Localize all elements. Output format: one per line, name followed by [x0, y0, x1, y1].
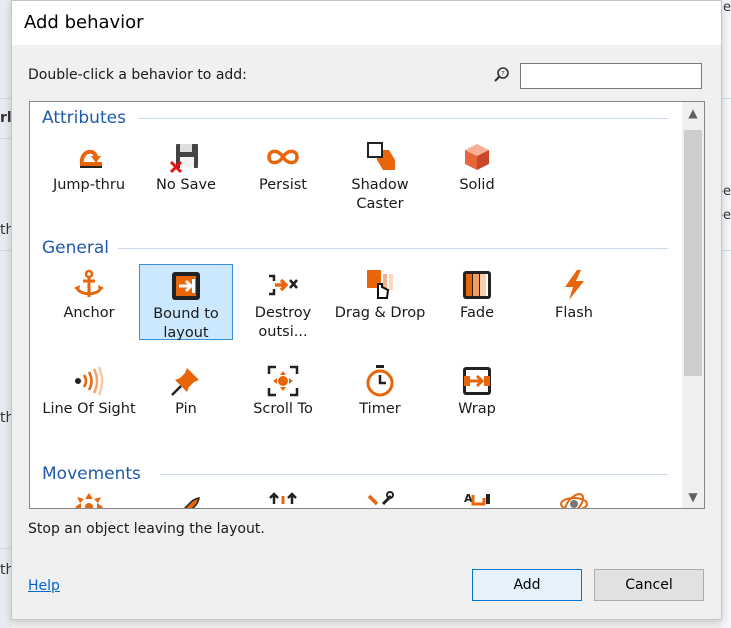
car-icon [269, 492, 297, 504]
behavior-item-bound-to-layout[interactable]: Bound to layout [139, 264, 233, 341]
search-input[interactable] [520, 63, 702, 89]
behavior-item-pin[interactable]: Pin [139, 360, 233, 419]
search-icon: ? [494, 67, 509, 82]
behavior-item-anchor[interactable]: Anchor [42, 264, 136, 323]
destroy-outside-icon [269, 274, 298, 296]
scroll-up-arrow-icon[interactable]: ▲ [682, 102, 704, 124]
pathfinding-icon: A [464, 492, 490, 506]
behavior-item-shadow-caster[interactable]: Shadow Caster [333, 136, 427, 214]
add-button[interactable]: Add [472, 569, 582, 601]
behavior-item-car[interactable] [236, 486, 330, 508]
behavior-item-drag-drop[interactable]: Drag & Drop [333, 264, 427, 323]
title-bar: Add behavior [12, 1, 721, 45]
custom-movement-icon [367, 491, 394, 506]
group-header-movements: Movements [42, 464, 141, 484]
instruction-label: Double-click a behavior to add: [28, 67, 247, 83]
add-behavior-dialog: Add behavior Double-click a behavior to … [11, 0, 722, 620]
bullet-icon [183, 497, 200, 508]
list-scrollbar[interactable]: ▲ ▼ [682, 102, 704, 508]
behavior-item-bullet[interactable] [139, 486, 233, 508]
behavior-item-solid[interactable]: Solid [430, 136, 524, 195]
group-header-general: General [42, 238, 109, 258]
physics-icon [560, 493, 588, 508]
infinity-icon [267, 149, 299, 165]
eight-direction-icon [75, 493, 103, 508]
no-save-icon [169, 144, 198, 174]
wrap-icon [463, 367, 491, 395]
behavior-item-timer[interactable]: Timer [333, 360, 427, 419]
behavior-item-custom-movement[interactable] [333, 486, 427, 508]
behavior-list[interactable]: Attributes General Movements Jump-thru N… [29, 101, 705, 509]
dialog-title: Add behavior [24, 12, 144, 33]
anchor-icon [74, 269, 104, 297]
scroll-to-icon [267, 365, 299, 397]
drag-drop-icon [367, 270, 393, 299]
jump-thru-icon [79, 149, 102, 168]
behavior-item-pathfinding[interactable]: A [430, 486, 524, 508]
cancel-button[interactable]: Cancel [594, 569, 704, 601]
shadow-caster-icon [367, 142, 395, 170]
behavior-item-wrap[interactable]: Wrap [430, 360, 524, 419]
solid-cube-icon [465, 144, 489, 170]
behavior-item-physics[interactable] [527, 486, 621, 508]
behavior-item-eight-direction[interactable] [42, 486, 136, 508]
fade-icon [463, 271, 491, 299]
behavior-item-scroll-to[interactable]: Scroll To [236, 360, 330, 419]
bound-to-layout-icon [172, 272, 200, 300]
behavior-item-no-save[interactable]: No Save [139, 136, 233, 195]
group-header-attributes: Attributes [42, 108, 126, 128]
group-divider [118, 248, 668, 249]
line-of-sight-icon [75, 366, 104, 396]
flash-icon [565, 270, 584, 300]
scroll-down-arrow-icon[interactable]: ▼ [682, 486, 704, 508]
behavior-item-fade[interactable]: Fade [430, 264, 524, 323]
help-link[interactable]: Help [28, 578, 60, 594]
pin-icon [171, 368, 199, 396]
scroll-thumb[interactable] [684, 130, 702, 376]
group-divider [160, 474, 668, 475]
behavior-item-destroy-outside[interactable]: Destroy outsi... [236, 264, 330, 342]
behavior-item-persist[interactable]: Persist [236, 136, 330, 195]
timer-icon [366, 365, 394, 397]
behavior-item-flash[interactable]: Flash [527, 264, 621, 323]
svg-text:?: ? [501, 71, 504, 78]
behavior-item-line-of-sight[interactable]: Line Of Sight [42, 360, 136, 419]
behavior-item-jump-thru[interactable]: Jump-thru [42, 136, 136, 195]
group-divider [138, 118, 668, 119]
behavior-description: Stop an object leaving the layout. [28, 521, 265, 537]
background-app-right: e pe pe [715, 0, 731, 628]
